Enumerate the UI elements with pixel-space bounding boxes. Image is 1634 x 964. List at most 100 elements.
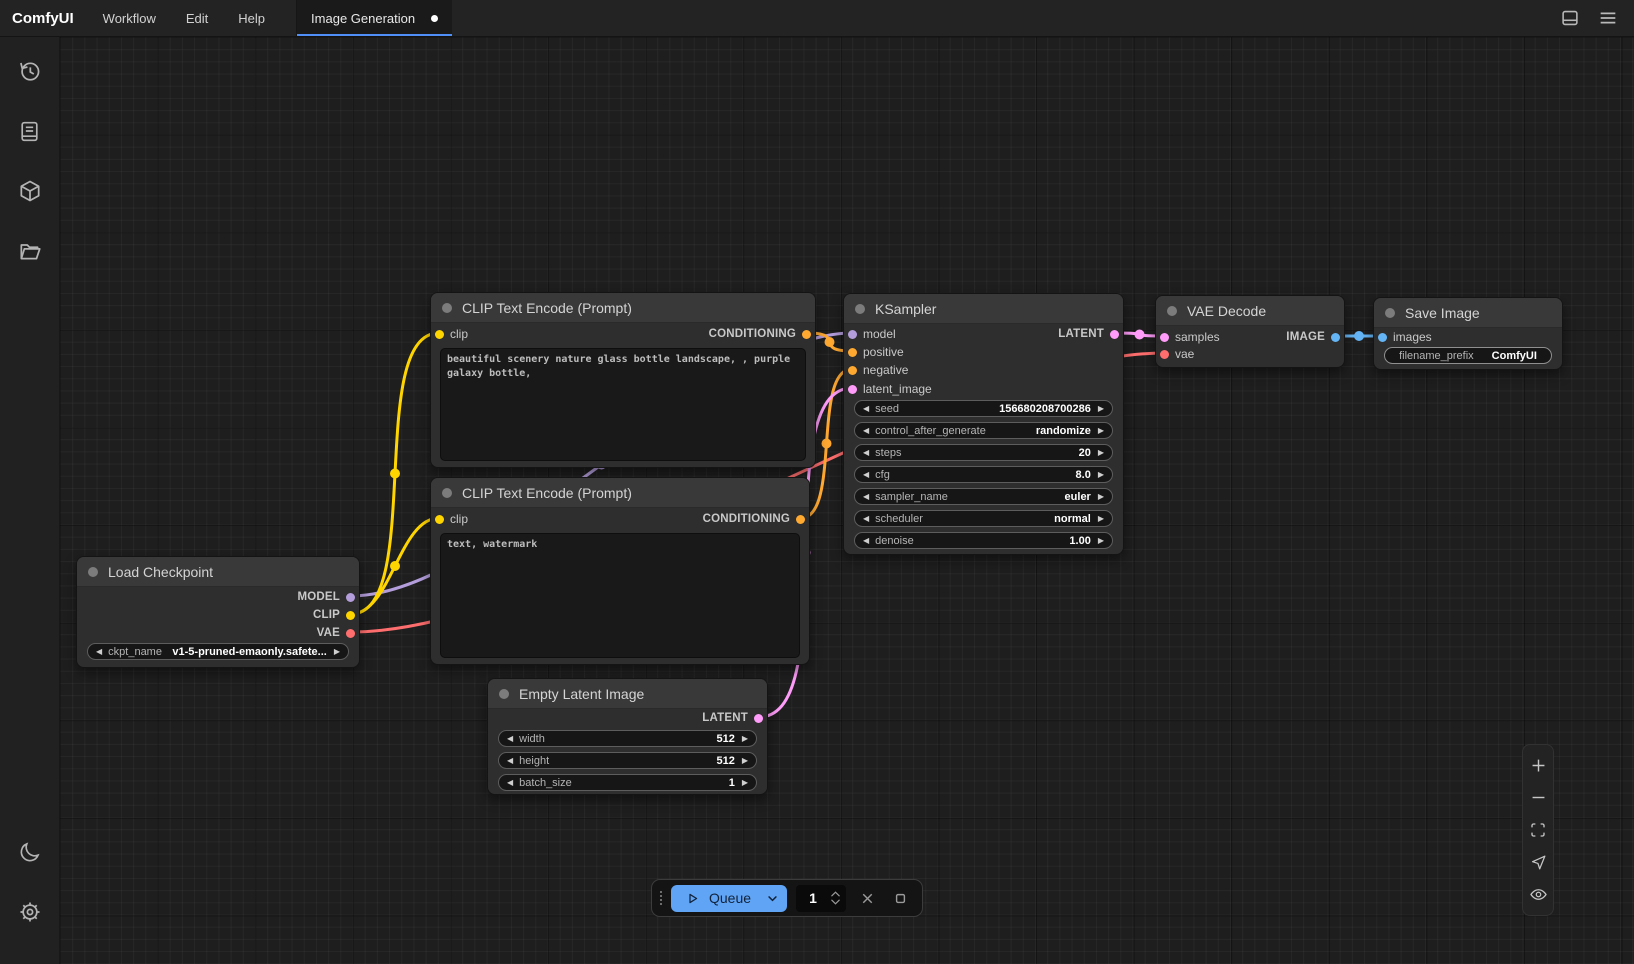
node-vae-decode[interactable]: VAE DecodesamplesvaeIMAGE: [1155, 295, 1345, 368]
node-clip-text-encode-positive[interactable]: CLIP Text Encode (Prompt)clipCONDITIONIN…: [430, 292, 816, 468]
widget-denoise[interactable]: ◀denoise1.00▶: [854, 532, 1113, 549]
increment-arrow-icon[interactable]: ▶: [1098, 427, 1104, 435]
sidebar-model-library-button[interactable]: [10, 171, 50, 211]
node-save-image[interactable]: Save Image images filename_prefixComfyUI: [1373, 297, 1563, 370]
collapse-dot[interactable]: [499, 689, 509, 699]
widget-label: control_after_generate: [875, 425, 986, 437]
stepper-up-icon[interactable]: [830, 890, 841, 898]
queue-options-caret[interactable]: [757, 891, 787, 906]
CONDITIONING-output-port[interactable]: [802, 330, 811, 339]
prompt-textarea[interactable]: text, watermark: [440, 533, 800, 658]
menu-help[interactable]: Help: [223, 0, 280, 36]
collapse-dot[interactable]: [1167, 306, 1177, 316]
increment-arrow-icon[interactable]: ▶: [1098, 515, 1104, 523]
output-slot-label: VAE: [317, 627, 340, 639]
decrement-arrow-icon[interactable]: ◀: [96, 648, 102, 656]
collapse-dot[interactable]: [855, 304, 865, 314]
increment-arrow-icon[interactable]: ▶: [1098, 405, 1104, 413]
VAE-output-port[interactable]: [346, 629, 355, 638]
MODEL-output-port[interactable]: [346, 593, 355, 602]
interrupt-button[interactable]: [888, 886, 912, 910]
node-empty-latent-image[interactable]: Empty Latent ImageLATENT◀width512▶◀heigh…: [487, 678, 768, 795]
sidebar-queue-history-button[interactable]: [10, 51, 50, 91]
widget-batch_size[interactable]: ◀batch_size1▶: [498, 774, 757, 791]
increment-arrow-icon[interactable]: ▶: [334, 648, 340, 656]
tab-image-generation[interactable]: Image Generation: [297, 0, 452, 36]
widget-value: normal: [1054, 513, 1091, 525]
collapse-dot[interactable]: [442, 488, 452, 498]
menu-workflow[interactable]: Workflow: [88, 0, 171, 36]
images-input-slot: images: [1378, 329, 1432, 345]
decrement-arrow-icon[interactable]: ◀: [863, 537, 869, 545]
pointer-mode-button[interactable]: [1526, 850, 1550, 874]
vae-input-port[interactable]: [1160, 350, 1169, 359]
widget-ckpt_name[interactable]: ◀ckpt_namev1-5-pruned-emaonly.safete...▶: [87, 643, 349, 660]
collapse-dot[interactable]: [442, 303, 452, 313]
widget-control_after_generate[interactable]: ◀control_after_generaterandomize▶: [854, 422, 1113, 439]
menu-icon[interactable]: [1594, 4, 1622, 32]
decrement-arrow-icon[interactable]: ◀: [863, 405, 869, 413]
widget-steps[interactable]: ◀steps20▶: [854, 444, 1113, 461]
eye-icon: [1529, 885, 1548, 904]
latent_image-input-port[interactable]: [848, 385, 857, 394]
positive-input-port[interactable]: [848, 348, 857, 357]
model-input-port[interactable]: [848, 330, 857, 339]
zoom-out-button[interactable]: [1526, 786, 1550, 810]
sidebar-node-library-button[interactable]: [10, 111, 50, 151]
drag-handle[interactable]: [660, 891, 662, 905]
clear-queue-button[interactable]: [855, 886, 879, 910]
sidebar-workflows-button[interactable]: [10, 231, 50, 271]
zoom-in-button[interactable]: [1526, 753, 1550, 777]
LATENT-output-port[interactable]: [1110, 330, 1119, 339]
CONDITIONING-output-port[interactable]: [796, 515, 805, 524]
collapse-dot[interactable]: [1385, 308, 1395, 318]
decrement-arrow-icon[interactable]: ◀: [863, 427, 869, 435]
decrement-arrow-icon[interactable]: ◀: [507, 735, 513, 743]
node-clip-text-encode-negative[interactable]: CLIP Text Encode (Prompt)clipCONDITIONIN…: [430, 477, 810, 665]
bottom-panel-icon[interactable]: [1556, 4, 1584, 32]
widget-seed[interactable]: ◀seed156680208700286▶: [854, 400, 1113, 417]
decrement-arrow-icon[interactable]: ◀: [507, 779, 513, 787]
collapse-dot[interactable]: [88, 567, 98, 577]
widget-height[interactable]: ◀height512▶: [498, 752, 757, 769]
queue-button[interactable]: Queue: [671, 885, 787, 912]
batch-count-input[interactable]: 1: [796, 885, 846, 912]
decrement-arrow-icon[interactable]: ◀: [507, 757, 513, 765]
increment-arrow-icon[interactable]: ▶: [1098, 493, 1104, 501]
menu-edit[interactable]: Edit: [171, 0, 223, 36]
samples-input-port[interactable]: [1160, 333, 1169, 342]
toggle-visibility-button[interactable]: [1526, 883, 1550, 907]
decrement-arrow-icon[interactable]: ◀: [863, 515, 869, 523]
queue-button-main[interactable]: Queue: [671, 890, 757, 906]
widget-cfg[interactable]: ◀cfg8.0▶: [854, 466, 1113, 483]
sidebar-settings-button[interactable]: [10, 892, 50, 932]
fit-view-button[interactable]: [1526, 818, 1550, 842]
sidebar-theme-toggle-button[interactable]: [10, 832, 50, 872]
prompt-textarea[interactable]: beautiful scenery nature glass bottle la…: [440, 348, 806, 461]
CLIP-output-port[interactable]: [346, 611, 355, 620]
increment-arrow-icon[interactable]: ▶: [742, 757, 748, 765]
images-input-port[interactable]: [1378, 333, 1387, 342]
negative-input-port[interactable]: [848, 366, 857, 375]
LATENT-output-port[interactable]: [754, 714, 763, 723]
widget-sampler_name[interactable]: ◀sampler_nameeuler▶: [854, 488, 1113, 505]
node-load-checkpoint[interactable]: Load CheckpointMODELCLIPVAE◀ckpt_namev1-…: [76, 556, 360, 668]
increment-arrow-icon[interactable]: ▶: [1098, 471, 1104, 479]
decrement-arrow-icon[interactable]: ◀: [863, 493, 869, 501]
IMAGE-output-port[interactable]: [1331, 333, 1340, 342]
stepper-down-icon[interactable]: [830, 898, 841, 906]
increment-arrow-icon[interactable]: ▶: [742, 779, 748, 787]
increment-arrow-icon[interactable]: ▶: [1098, 449, 1104, 457]
widget-scheduler[interactable]: ◀schedulernormal▶: [854, 510, 1113, 527]
clip-input-port[interactable]: [435, 330, 444, 339]
decrement-arrow-icon[interactable]: ◀: [863, 449, 869, 457]
decrement-arrow-icon[interactable]: ◀: [863, 471, 869, 479]
widget-filename_prefix[interactable]: filename_prefixComfyUI: [1384, 347, 1552, 364]
node-title-label: Save Image: [1405, 305, 1480, 321]
history-icon: [17, 58, 43, 84]
increment-arrow-icon[interactable]: ▶: [742, 735, 748, 743]
increment-arrow-icon[interactable]: ▶: [1098, 537, 1104, 545]
clip-input-port[interactable]: [435, 515, 444, 524]
node-ksampler[interactable]: KSamplermodelpositivenegativelatent_imag…: [843, 293, 1124, 555]
widget-width[interactable]: ◀width512▶: [498, 730, 757, 747]
